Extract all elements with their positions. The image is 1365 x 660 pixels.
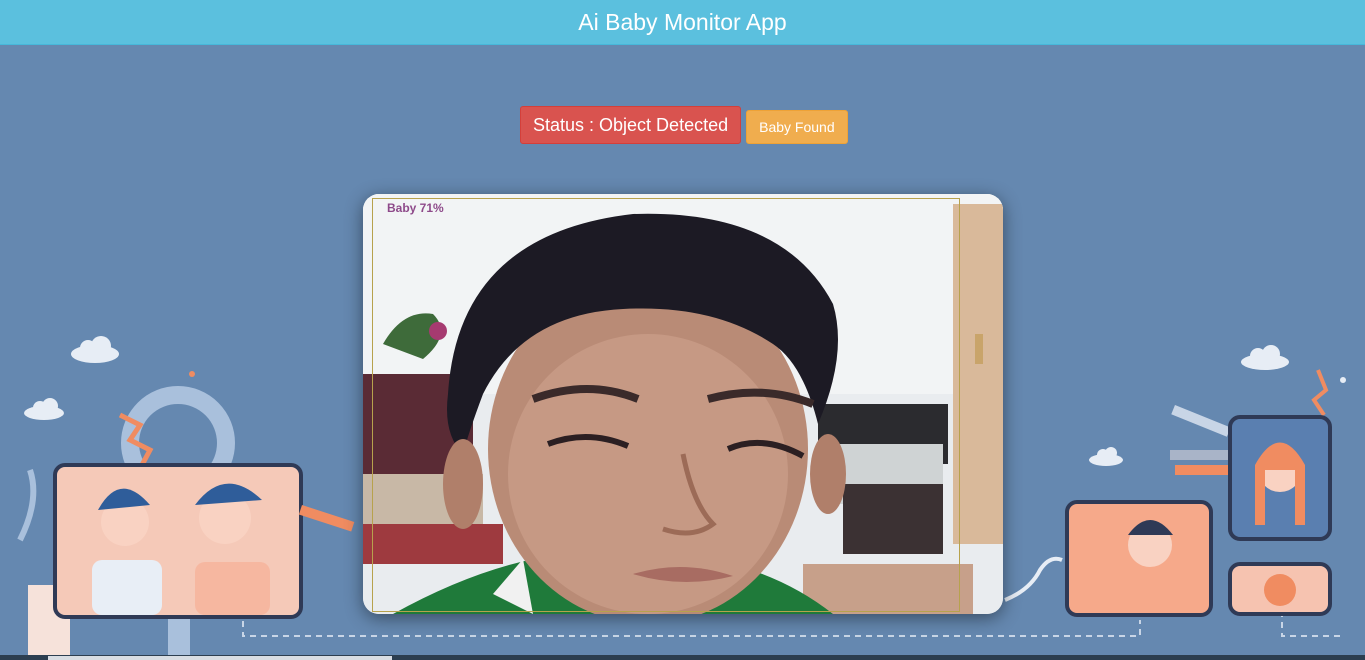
- baby-found-badge[interactable]: Baby Found: [746, 109, 848, 144]
- status-button[interactable]: Status : Object Detected: [520, 106, 742, 144]
- top-navbar: Ai Baby Monitor App: [0, 0, 1365, 45]
- app-title: Ai Baby Monitor App: [578, 8, 787, 35]
- status-bar: Status : Object Detected Baby Found: [520, 106, 848, 144]
- detection-label: Baby 71%: [387, 201, 444, 215]
- camera-feed[interactable]: Baby 71%: [363, 194, 1003, 614]
- scrollbar-thumb[interactable]: [48, 656, 392, 660]
- horizontal-scrollbar[interactable]: [0, 655, 1365, 660]
- detection-box: [372, 198, 960, 612]
